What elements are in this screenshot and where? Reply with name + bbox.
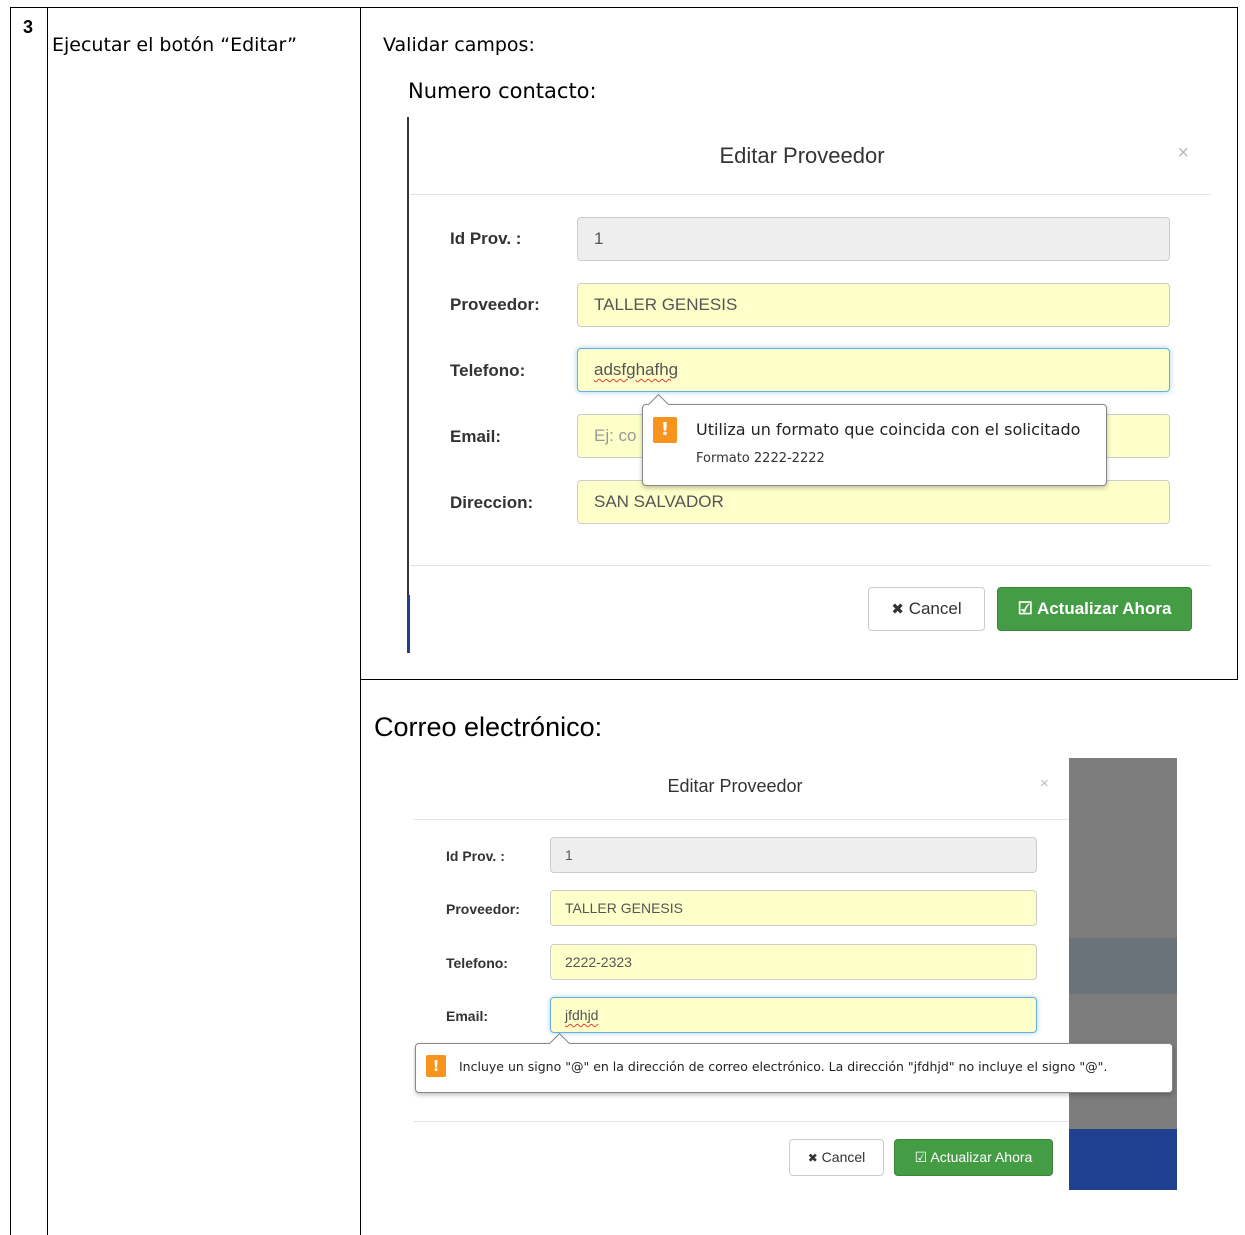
table-border-top <box>10 7 1238 8</box>
section-caption-email: Correo electrónico: <box>374 712 603 742</box>
id-input[interactable]: 1 <box>550 837 1037 873</box>
cancel-button[interactable]: ✖ Cancel <box>868 587 985 631</box>
close-icon: ✖ <box>891 601 904 618</box>
phone-input[interactable]: 2222-2323 <box>550 944 1037 980</box>
backdrop-row <box>1069 938 1177 994</box>
cancel-button-label: Cancel <box>821 1149 866 1165</box>
modal-footer-divider <box>410 565 1211 566</box>
modal-title: Editar Proveedor <box>667 776 803 796</box>
email-label: Email: <box>450 427 502 446</box>
modal-header-divider <box>410 194 1211 195</box>
validation-tooltip-email: ! Incluye un signo "@" en la dirección d… <box>415 1032 1173 1093</box>
page-backdrop <box>1069 758 1177 1190</box>
update-button[interactable]: ☑ Actualizar Ahora <box>997 587 1192 631</box>
tooltip-arrow <box>548 1032 571 1055</box>
section-caption-phone: Numero contacto: <box>408 79 597 103</box>
validation-heading: Validar campos: <box>383 34 535 56</box>
tooltip-arrow <box>647 393 670 416</box>
phone-input-value: adsfghafhg <box>594 360 679 379</box>
modal-title: Editar Proveedor <box>719 143 885 168</box>
tooltip-message: Incluye un signo "@" en la dirección de … <box>459 1059 1108 1074</box>
check-square-icon: ☑ <box>1017 599 1033 618</box>
close-icon: ✖ <box>807 1151 818 1165</box>
table-border-right <box>1237 7 1238 680</box>
warning-icon: ! <box>653 417 677 443</box>
step-action: Ejecutar el botón “Editar” <box>52 34 297 56</box>
edit-provider-modal-phone: Editar Proveedor × Id Prov. : 1 Proveedo… <box>407 117 1211 653</box>
table-col-divider-2 <box>360 7 361 1235</box>
id-label: Id Prov. : <box>446 848 505 864</box>
table-row-divider <box>360 679 1238 680</box>
modal-footer-divider <box>413 1121 1069 1122</box>
email-placeholder: Ej: co <box>594 426 637 445</box>
address-input[interactable]: SAN SALVADOR <box>577 480 1170 524</box>
close-icon[interactable]: × <box>1040 775 1049 792</box>
update-button-label: Actualizar Ahora <box>1036 599 1172 618</box>
modal-header-divider <box>413 819 1069 820</box>
warning-icon: ! <box>426 1055 446 1077</box>
provider-input[interactable]: TALLER GENESIS <box>550 890 1037 926</box>
modal-edge-accent <box>407 595 410 653</box>
step-number: 3 <box>23 17 34 37</box>
email-input[interactable]: jfdhjd <box>550 997 1037 1033</box>
edit-provider-modal-email: Editar Proveedor × Id Prov. : 1 Proveedo… <box>413 758 1177 1190</box>
tooltip-message: Utiliza un formato que coincida con el s… <box>696 420 1081 439</box>
update-button-label: Actualizar Ahora <box>930 1149 1033 1165</box>
id-label: Id Prov. : <box>450 229 522 248</box>
phone-label: Telefono: <box>450 361 526 380</box>
tooltip-hint: Formato 2222-2222 <box>696 451 825 466</box>
update-button[interactable]: ☑ Actualizar Ahora <box>894 1139 1053 1176</box>
validation-tooltip-phone: ! Utiliza un formato que coincida con el… <box>642 393 1107 486</box>
address-label: Direccion: <box>450 493 534 512</box>
provider-input[interactable]: TALLER GENESIS <box>577 283 1170 327</box>
phone-label: Telefono: <box>446 955 508 971</box>
email-input-value: jfdhjd <box>565 1007 599 1023</box>
close-icon[interactable]: × <box>1177 142 1189 165</box>
email-label: Email: <box>446 1008 489 1024</box>
table-border-left <box>10 7 11 1235</box>
backdrop-row <box>1069 1129 1177 1190</box>
check-square-icon: ☑ <box>914 1149 928 1165</box>
provider-label: Proveedor: <box>450 295 540 314</box>
provider-label: Proveedor: <box>446 901 520 917</box>
id-input[interactable]: 1 <box>577 217 1170 261</box>
table-col-divider-1 <box>47 7 48 1235</box>
cancel-button[interactable]: ✖ Cancel <box>789 1139 884 1176</box>
modal-edge <box>407 117 409 653</box>
cancel-button-label: Cancel <box>908 599 962 618</box>
phone-input[interactable]: adsfghafhg <box>577 348 1170 392</box>
